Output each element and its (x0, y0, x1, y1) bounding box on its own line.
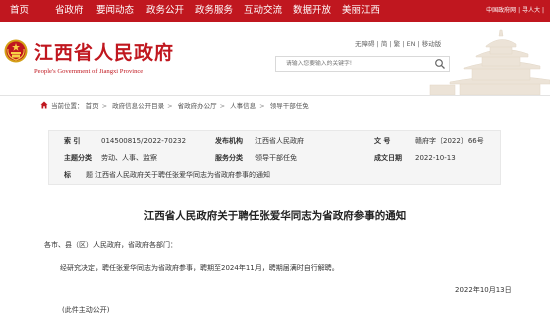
nav-item-interaction[interactable]: 互动交流 (244, 4, 282, 17)
nav-item-services[interactable]: 政务服务 (195, 4, 233, 17)
home-icon (40, 101, 48, 109)
info-row-1: 索 引 014500815/2022-70232 发布机构 江西省人民政府 文 … (49, 135, 502, 148)
service-label: 服务分类 (215, 154, 243, 162)
search-icon[interactable] (434, 58, 446, 70)
nav-item-open-data[interactable]: 数据开放 (293, 4, 331, 17)
nav-item-beautiful-jiangxi[interactable]: 美丽江西 (342, 4, 380, 17)
public-release-note: (此件主动公开) (62, 306, 110, 314)
nav-item-home[interactable]: 首页 (10, 4, 29, 17)
docno-value: 赣府字〔2022〕66号 (415, 137, 484, 145)
info-row-3: 标 题 江西省人民政府关于聘任张爱华同志为省政府参事的通知 (49, 169, 502, 182)
utility-links: 无障碍 | 简 | 繁 | EN | 移动版 (355, 40, 442, 48)
publisher-value: 江西省人民政府 (255, 137, 304, 145)
index-value: 014500815/2022-70232 (101, 137, 187, 145)
breadcrumb-personnel[interactable]: 人事信息 (230, 102, 256, 110)
info-row-2: 主题分类 劳动、人事、监察 服务分类 领导干部任免 成文日期 2022-10-1… (49, 152, 502, 165)
nav-item-gov-affairs[interactable]: 政务公开 (146, 4, 184, 17)
top-nav-bar: 首页 省政府 要闻动态 政务公开 政务服务 互动交流 数据开放 美丽江西 中国政… (0, 0, 550, 22)
link-find-person[interactable]: 寻人大 (522, 7, 540, 14)
emblem-icon (4, 39, 28, 63)
breadcrumb-office[interactable]: 省政府办公厅 (178, 102, 217, 110)
top-link-sep: | (518, 7, 521, 14)
link-simplified[interactable]: 简 (381, 40, 388, 48)
publisher-label: 发布机构 (215, 137, 243, 145)
title-label-mid: 题 (86, 171, 93, 179)
document-salutation: 各市、县（区）人民政府，省政府各部门： (44, 241, 177, 249)
breadcrumb: 当前位置： 首页 > 政府信息公开目录 > 省政府办公厅 > 人事信息 > 领导干部任免 (40, 101, 309, 111)
search-input[interactable] (276, 57, 431, 71)
link-traditional[interactable]: 繁 (394, 40, 401, 48)
link-english[interactable]: EN (406, 40, 415, 48)
link-accessibility[interactable]: 无障碍 (355, 40, 375, 48)
date-value: 2022-10-13 (415, 154, 456, 162)
docno-label: 文 号 (374, 137, 391, 145)
document-date: 2022年10月13日 (455, 286, 512, 294)
breadcrumb-home[interactable]: 首页 (86, 102, 99, 110)
service-value: 领导干部任免 (255, 154, 297, 162)
index-label: 索 引 (64, 137, 81, 145)
document-body-paragraph: 经研究决定，聘任张爱华同志为省政府参事，聘期至2024年11月，聘期届满时自行解… (60, 264, 339, 272)
nav-item-provincial-gov[interactable]: 省政府 (55, 4, 84, 17)
date-label: 成文日期 (374, 154, 402, 162)
title-value: 江西省人民政府关于聘任张爱华同志为省政府参事的通知 (95, 171, 270, 179)
link-mobile[interactable]: 移动版 (422, 40, 442, 48)
search-box (275, 56, 450, 72)
title-label: 标 (64, 171, 71, 179)
site-header: 江西省人民政府 People's Government of Jiangxi P… (0, 22, 550, 95)
document-info-table: 索 引 014500815/2022-70232 发布机构 江西省人民政府 文 … (48, 130, 501, 185)
site-title[interactable]: 江西省人民政府 (34, 42, 174, 64)
nav-item-news[interactable]: 要闻动态 (96, 4, 134, 17)
topic-label: 主题分类 (64, 154, 92, 162)
link-china-gov[interactable]: 中国政府网 (486, 7, 516, 14)
breadcrumb-appointments[interactable]: 领导干部任免 (270, 102, 309, 110)
breadcrumb-info-catalog[interactable]: 政府信息公开目录 (112, 102, 164, 110)
site-subtitle: People's Government of Jiangxi Province (34, 68, 144, 75)
header-divider (0, 95, 550, 96)
document-title: 江西省人民政府关于聘任张爱华同志为省政府参事的通知 (143, 210, 407, 222)
top-link-sep: | (541, 7, 544, 14)
top-links: 中国政府网 | 寻人大 | (486, 6, 544, 15)
topic-value: 劳动、人事、监察 (101, 154, 157, 162)
